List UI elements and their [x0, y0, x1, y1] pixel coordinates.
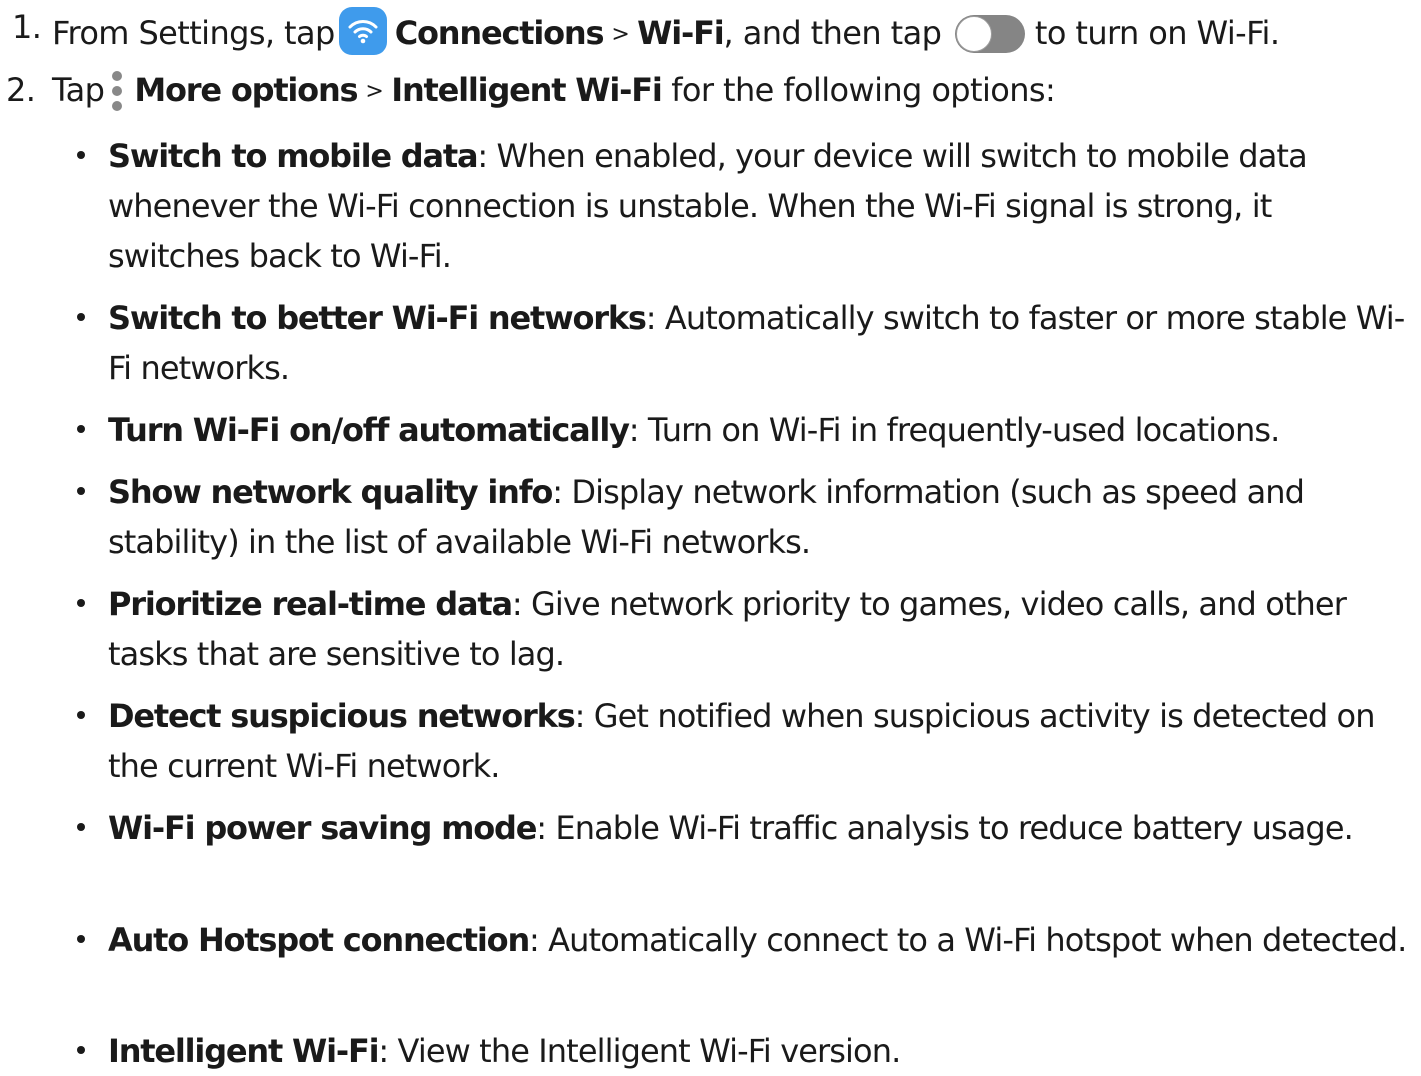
step-text-end: for the following options: — [661, 71, 1056, 109]
connections-label: Connections — [394, 14, 605, 52]
bullet — [77, 599, 85, 607]
option-title: Prioritize real-time data — [108, 585, 513, 623]
option-title: Show network quality info — [108, 473, 553, 511]
option-title: Intelligent Wi-Fi — [108, 1032, 380, 1070]
wifi-icon — [338, 7, 387, 55]
option-title: Wi-Fi power saving mode — [108, 809, 537, 847]
bullet — [77, 313, 85, 321]
step-text-start: From Settings, tap — [52, 14, 335, 52]
step-number: 1. — [12, 8, 42, 46]
option-description: : View the Intelligent Wi-Fi version. — [378, 1032, 901, 1070]
bullet — [77, 823, 85, 831]
menu-separator: > — [365, 79, 384, 104]
step-text-middle: , and then tap — [723, 14, 942, 52]
option-description: : Turn on Wi-Fi in frequently-used locat… — [628, 411, 1281, 449]
option-description: : Automatically connect to a Wi-Fi hotsp… — [529, 921, 1407, 959]
option-description: : Enable Wi-Fi traffic analysis to reduc… — [536, 809, 1354, 847]
bullet — [77, 711, 85, 719]
intelligent-wifi-label: Intelligent Wi-Fi — [391, 71, 663, 109]
option-title: Auto Hotspot connection — [108, 921, 530, 959]
step-number: 2. — [6, 71, 36, 109]
option-switch-to-better-networks: Switch to better Wi-Fi networks: Automat… — [77, 293, 1408, 393]
option-title: Switch to better Wi-Fi networks — [108, 299, 647, 337]
step-text-start: Tap — [52, 71, 105, 109]
more-options-icon — [110, 71, 124, 111]
step-text: Tap More options > Intelligent Wi-Fi for th… — [52, 70, 1056, 115]
bullet — [77, 425, 85, 433]
bullet — [77, 151, 85, 159]
menu-separator: > — [611, 22, 630, 47]
bullet — [77, 487, 85, 495]
option-show-network-quality: Show network quality info: Display netwo… — [77, 467, 1408, 567]
toggle-switch-icon — [954, 15, 1025, 53]
option-prioritize-real-time-data: Prioritize real-time data: Give network … — [77, 579, 1408, 679]
option-title: Turn Wi-Fi on/off automatically — [108, 411, 630, 449]
option-title: Switch to mobile data — [108, 137, 479, 175]
option-turn-wifi-on-off: Turn Wi-Fi on/off automatically: Turn on… — [77, 405, 1408, 455]
more-options-label: More options — [134, 71, 358, 109]
option-title: Detect suspicious networks — [108, 697, 576, 735]
option-wifi-power-saving: Wi-Fi power saving mode: Enable Wi-Fi tr… — [77, 803, 1408, 853]
option-switch-to-mobile-data: Switch to mobile data: When enabled, you… — [77, 131, 1408, 281]
step-text: From Settings, tap Connections > Wi-Fi, and… — [52, 7, 1280, 58]
bullet — [77, 1046, 85, 1054]
wifi-label: Wi-Fi — [637, 14, 725, 52]
step-text-end: to turn on Wi-Fi. — [1034, 14, 1280, 52]
option-auto-hotspot-connection: Auto Hotspot connection: Automatically c… — [77, 915, 1408, 965]
toggle-knob — [955, 16, 992, 52]
option-detect-suspicious-networks: Detect suspicious networks: Get notified… — [77, 691, 1408, 791]
bullet — [77, 935, 85, 943]
